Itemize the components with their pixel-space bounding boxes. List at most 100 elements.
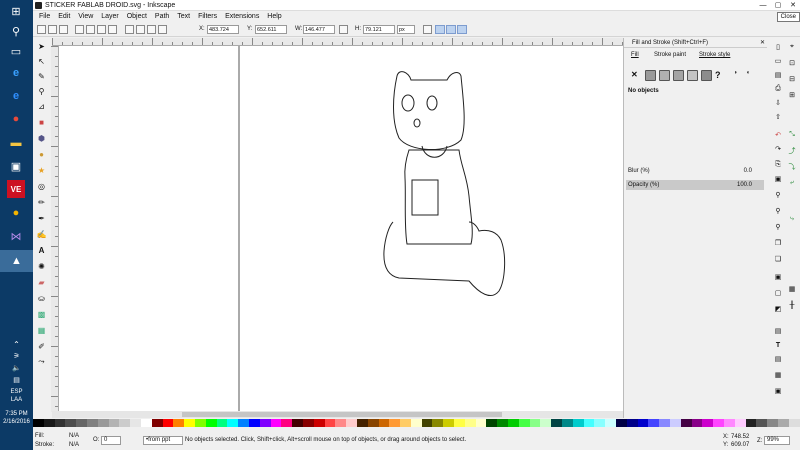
fill-rule-nonzero-icon[interactable]: ◖ <box>746 70 757 81</box>
connector-tool-icon[interactable]: ⤳ <box>35 356 48 368</box>
radial-gradient-button[interactable] <box>673 70 684 81</box>
menu-text[interactable]: Text <box>177 11 190 22</box>
menu-file[interactable]: File <box>39 11 50 22</box>
palette-swatch[interactable] <box>756 419 768 427</box>
opacity-status-input[interactable]: 0 <box>101 436 121 445</box>
spiral-tool-icon[interactable]: ◎ <box>35 180 48 192</box>
zoom-input[interactable]: 99% <box>764 436 790 445</box>
close-icon[interactable]: ✕ <box>786 0 800 11</box>
scale-stroke-button[interactable] <box>423 25 432 34</box>
palette-swatch[interactable] <box>54 419 66 427</box>
h-input[interactable]: 79.121 <box>363 25 395 34</box>
mesh-tool-icon[interactable]: ▦ <box>35 324 48 336</box>
snap-bbox-edge-icon[interactable]: ⊟ <box>787 74 797 84</box>
no-paint-icon[interactable]: ✕ <box>631 70 642 81</box>
start-icon[interactable]: ⊞ <box>7 2 25 20</box>
palette-swatch[interactable] <box>432 419 444 427</box>
palette-swatch[interactable] <box>248 419 260 427</box>
palette-swatch[interactable] <box>529 419 541 427</box>
fill-value[interactable]: N/A <box>69 433 79 439</box>
palette-swatch[interactable] <box>151 419 163 427</box>
rotate-cw-button[interactable] <box>86 25 95 34</box>
palette-swatch[interactable] <box>216 419 228 427</box>
palette-swatch[interactable] <box>324 419 336 427</box>
palette-swatch[interactable] <box>562 419 573 427</box>
palette-swatch[interactable] <box>464 419 476 427</box>
palette-swatch[interactable] <box>443 419 455 427</box>
raise-button[interactable] <box>136 25 145 34</box>
menu-edit[interactable]: Edit <box>58 11 70 22</box>
dropper-tool-icon[interactable]: ✐ <box>35 340 48 352</box>
palette-swatch[interactable] <box>227 419 239 427</box>
flat-color-button[interactable] <box>645 70 656 81</box>
palette-swatch[interactable] <box>389 419 401 427</box>
menu-help[interactable]: Help <box>267 11 281 22</box>
palette-swatch[interactable] <box>65 419 77 427</box>
eraser-tool-icon[interactable]: ▰ <box>35 276 48 288</box>
palette-swatch[interactable] <box>292 419 303 427</box>
copy-icon[interactable]: ⎘ <box>773 160 783 170</box>
palette-swatch[interactable] <box>475 419 487 427</box>
blur-value[interactable]: 0.0 <box>744 168 752 174</box>
lower-to-bottom-button[interactable] <box>158 25 167 34</box>
new-doc-icon[interactable]: ▯ <box>773 42 783 52</box>
palette-swatch[interactable] <box>788 419 800 427</box>
align-icon[interactable]: ▦ <box>773 370 783 380</box>
palette-swatch[interactable] <box>745 419 757 427</box>
drawing-canvas[interactable] <box>59 46 641 412</box>
zoom-page-icon[interactable]: ⚲ <box>773 222 783 232</box>
group-icon[interactable]: ▣ <box>773 272 783 282</box>
palette-swatch[interactable] <box>97 419 109 427</box>
palette-swatch[interactable] <box>497 419 509 427</box>
text-tool-icon[interactable]: A <box>35 244 48 256</box>
undo-icon[interactable]: ↶ <box>773 130 783 140</box>
palette-swatch[interactable] <box>119 419 131 427</box>
palette-swatch[interactable] <box>594 419 606 427</box>
palette-swatch[interactable] <box>691 419 703 427</box>
color-palette[interactable] <box>33 419 800 427</box>
palette-swatch[interactable] <box>583 419 595 427</box>
zoom-drawing-icon[interactable]: ⚲ <box>773 206 783 216</box>
palette-swatch[interactable] <box>486 419 498 427</box>
palette-swatch[interactable] <box>367 419 379 427</box>
palette-swatch[interactable] <box>421 419 433 427</box>
stroke-value[interactable]: N/A <box>69 442 79 448</box>
select-all-layers-button[interactable] <box>48 25 57 34</box>
measure-tool-icon[interactable]: ⊿ <box>35 100 48 112</box>
ie-icon[interactable]: e <box>7 87 25 105</box>
redo-icon[interactable]: ↷ <box>773 144 783 154</box>
palette-swatch[interactable] <box>346 419 357 427</box>
clock-time[interactable]: 7:35 PM <box>0 411 33 417</box>
edge-icon[interactable]: e <box>7 64 25 82</box>
palette-swatch[interactable] <box>767 419 778 427</box>
menu-layer[interactable]: Layer <box>101 11 119 22</box>
move-gradients-toggle[interactable] <box>446 25 456 34</box>
ungroup-icon[interactable]: ▢ <box>773 288 783 298</box>
units-select[interactable]: px <box>397 25 415 34</box>
snap-nodes-icon[interactable]: ⤡ <box>787 130 797 140</box>
text-font-icon[interactable]: T <box>773 340 783 350</box>
palette-swatch[interactable] <box>238 419 249 427</box>
node-tool-icon[interactable]: ↖ <box>35 55 48 67</box>
palette-swatch[interactable] <box>86 419 98 427</box>
snap-paths-icon[interactable]: ⤴ <box>787 146 797 156</box>
palette-swatch[interactable] <box>540 419 552 427</box>
layer-select[interactable]: •from ppt <box>143 436 183 445</box>
menu-path[interactable]: Path <box>155 11 169 22</box>
scale-corners-toggle[interactable] <box>435 25 445 34</box>
deselect-button[interactable] <box>59 25 68 34</box>
duplicate-icon[interactable]: ❐ <box>773 238 783 248</box>
palette-swatch[interactable] <box>410 419 422 427</box>
palette-swatch[interactable] <box>302 419 314 427</box>
menu-extensions[interactable]: Extensions <box>225 11 259 22</box>
linear-gradient-button[interactable] <box>659 70 670 81</box>
chrome-canary-icon[interactable]: ● <box>7 204 25 222</box>
gradient-tool-icon[interactable]: ▩ <box>35 308 48 320</box>
palette-swatch[interactable] <box>378 419 390 427</box>
snap-enable-icon[interactable]: ⌖ <box>787 42 797 52</box>
flip-vertical-button[interactable] <box>108 25 117 34</box>
inkscape-taskbar-icon[interactable]: ▲ <box>0 250 33 272</box>
palette-swatch[interactable] <box>734 419 746 427</box>
rect-tool-icon[interactable]: ■ <box>35 116 48 128</box>
palette-swatch[interactable] <box>130 419 141 427</box>
